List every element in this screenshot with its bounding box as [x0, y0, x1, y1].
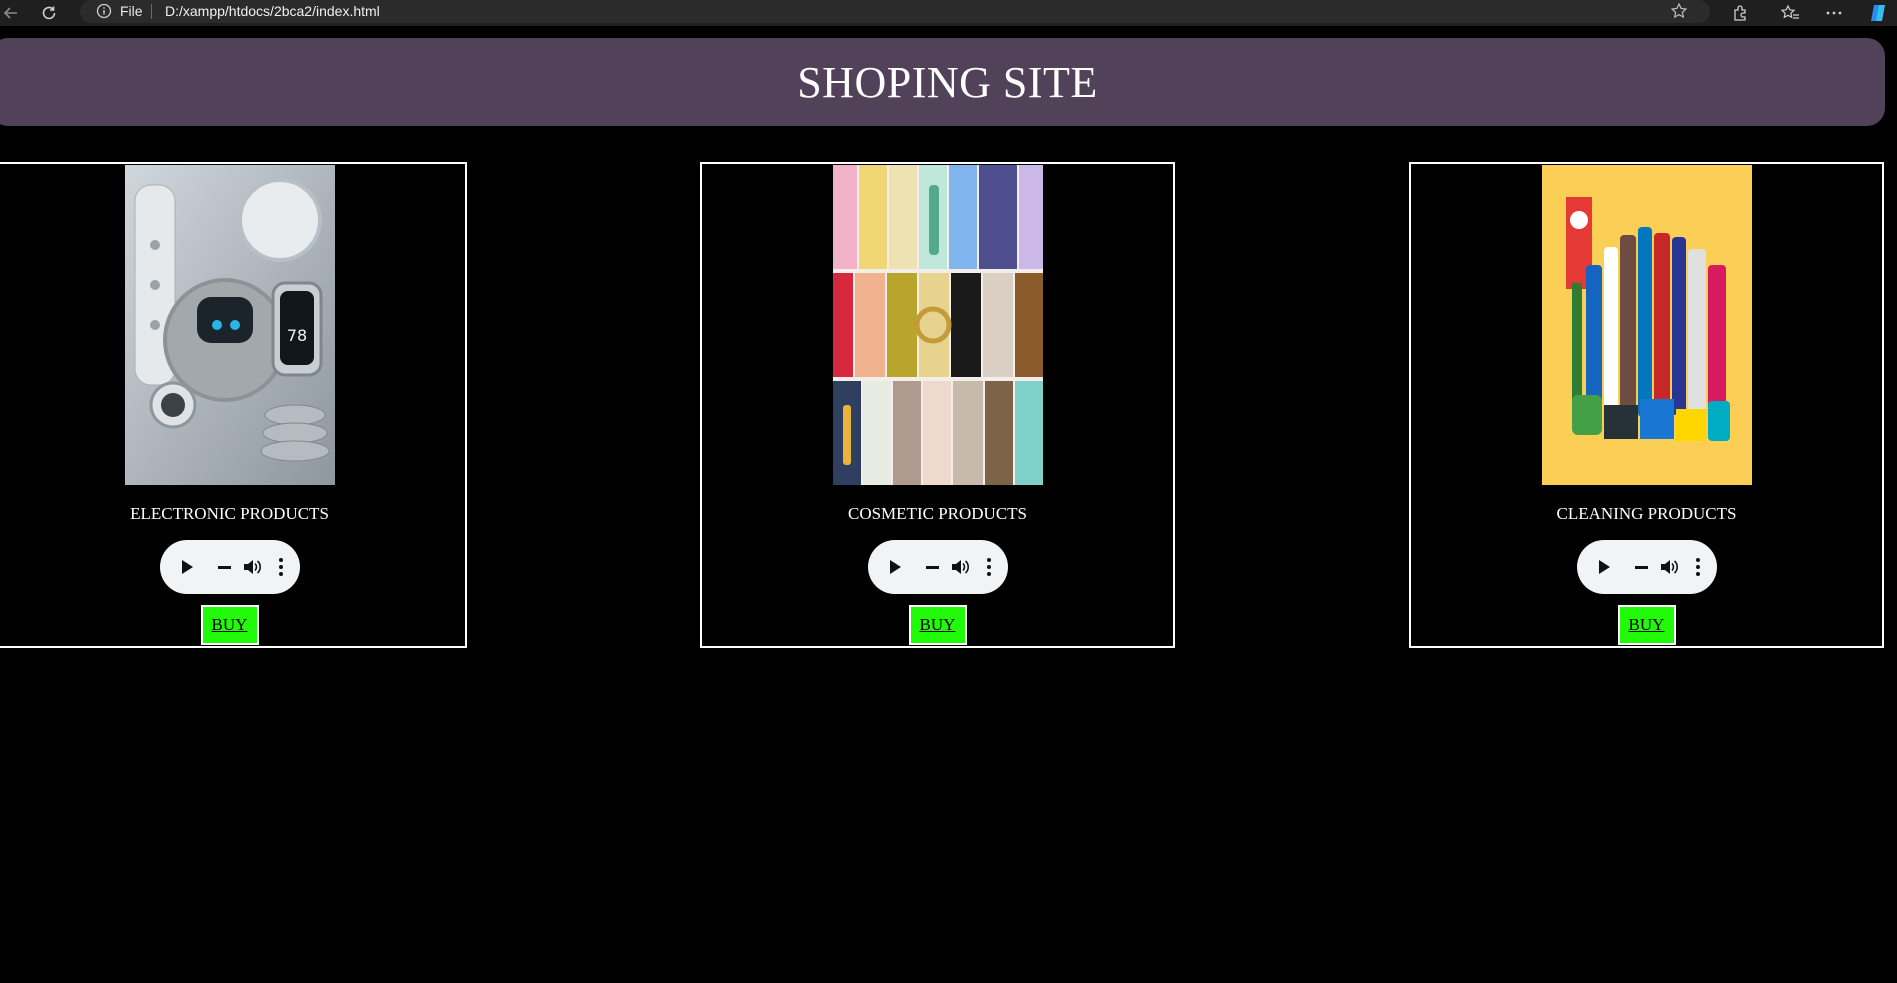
product-name: CLEANING PRODUCTS: [1556, 504, 1737, 523]
time-indicator: [217, 566, 231, 569]
site-header: SHOPING SITE: [0, 38, 1885, 126]
volume-icon[interactable]: [242, 557, 262, 577]
star-icon[interactable]: [1670, 2, 1688, 23]
product-image-electronics: 78: [124, 165, 335, 485]
time-indicator: [925, 566, 939, 569]
more-options-icon[interactable]: [986, 558, 991, 576]
buy-button[interactable]: BUY: [908, 605, 967, 645]
more-options-icon[interactable]: [278, 558, 283, 576]
info-icon[interactable]: [96, 3, 112, 22]
audio-player[interactable]: [867, 540, 1008, 594]
product-card-cosmetics: COSMETIC PRODUCTS BUY: [700, 162, 1175, 648]
browser-toolbar: File D:/xampp/htdocs/2bca2/index.html: [0, 0, 1897, 26]
more-icon[interactable]: [1823, 2, 1845, 24]
more-options-icon[interactable]: [1695, 558, 1700, 576]
buy-button[interactable]: BUY: [1617, 605, 1676, 645]
product-name: ELECTRONIC PRODUCTS: [130, 504, 329, 523]
volume-icon[interactable]: [950, 557, 970, 577]
divider: [151, 4, 152, 19]
play-icon[interactable]: [181, 560, 193, 574]
product-name: COSMETIC PRODUCTS: [847, 504, 1027, 523]
url-text[interactable]: D:/xampp/htdocs/2bca2/index.html: [165, 3, 380, 19]
address-bar[interactable]: File D:/xampp/htdocs/2bca2/index.html: [80, 0, 1710, 23]
product-image-cosmetics: [832, 165, 1043, 485]
copilot-icon[interactable]: [1867, 2, 1889, 24]
back-arrow-icon[interactable]: [0, 2, 22, 24]
time-indicator: [1634, 566, 1648, 569]
play-icon[interactable]: [889, 560, 901, 574]
product-image-cleaning: [1541, 165, 1752, 485]
favorites-icon[interactable]: [1779, 2, 1801, 24]
page-title: SHOPING SITE: [797, 57, 1098, 107]
audio-player[interactable]: [159, 540, 300, 594]
product-card-electronics: 78 ELECTRONIC PRODUCTS BUY: [0, 162, 467, 648]
product-card-cleaning: CLEANING PRODUCTS BUY: [1409, 162, 1884, 648]
extensions-icon[interactable]: [1729, 2, 1751, 24]
volume-icon[interactable]: [1659, 557, 1679, 577]
svg-text:78: 78: [286, 326, 306, 345]
audio-player[interactable]: [1576, 540, 1717, 594]
scheme-label: File: [120, 3, 143, 19]
buy-button[interactable]: BUY: [200, 605, 259, 645]
refresh-icon[interactable]: [38, 2, 60, 24]
play-icon[interactable]: [1598, 560, 1610, 574]
